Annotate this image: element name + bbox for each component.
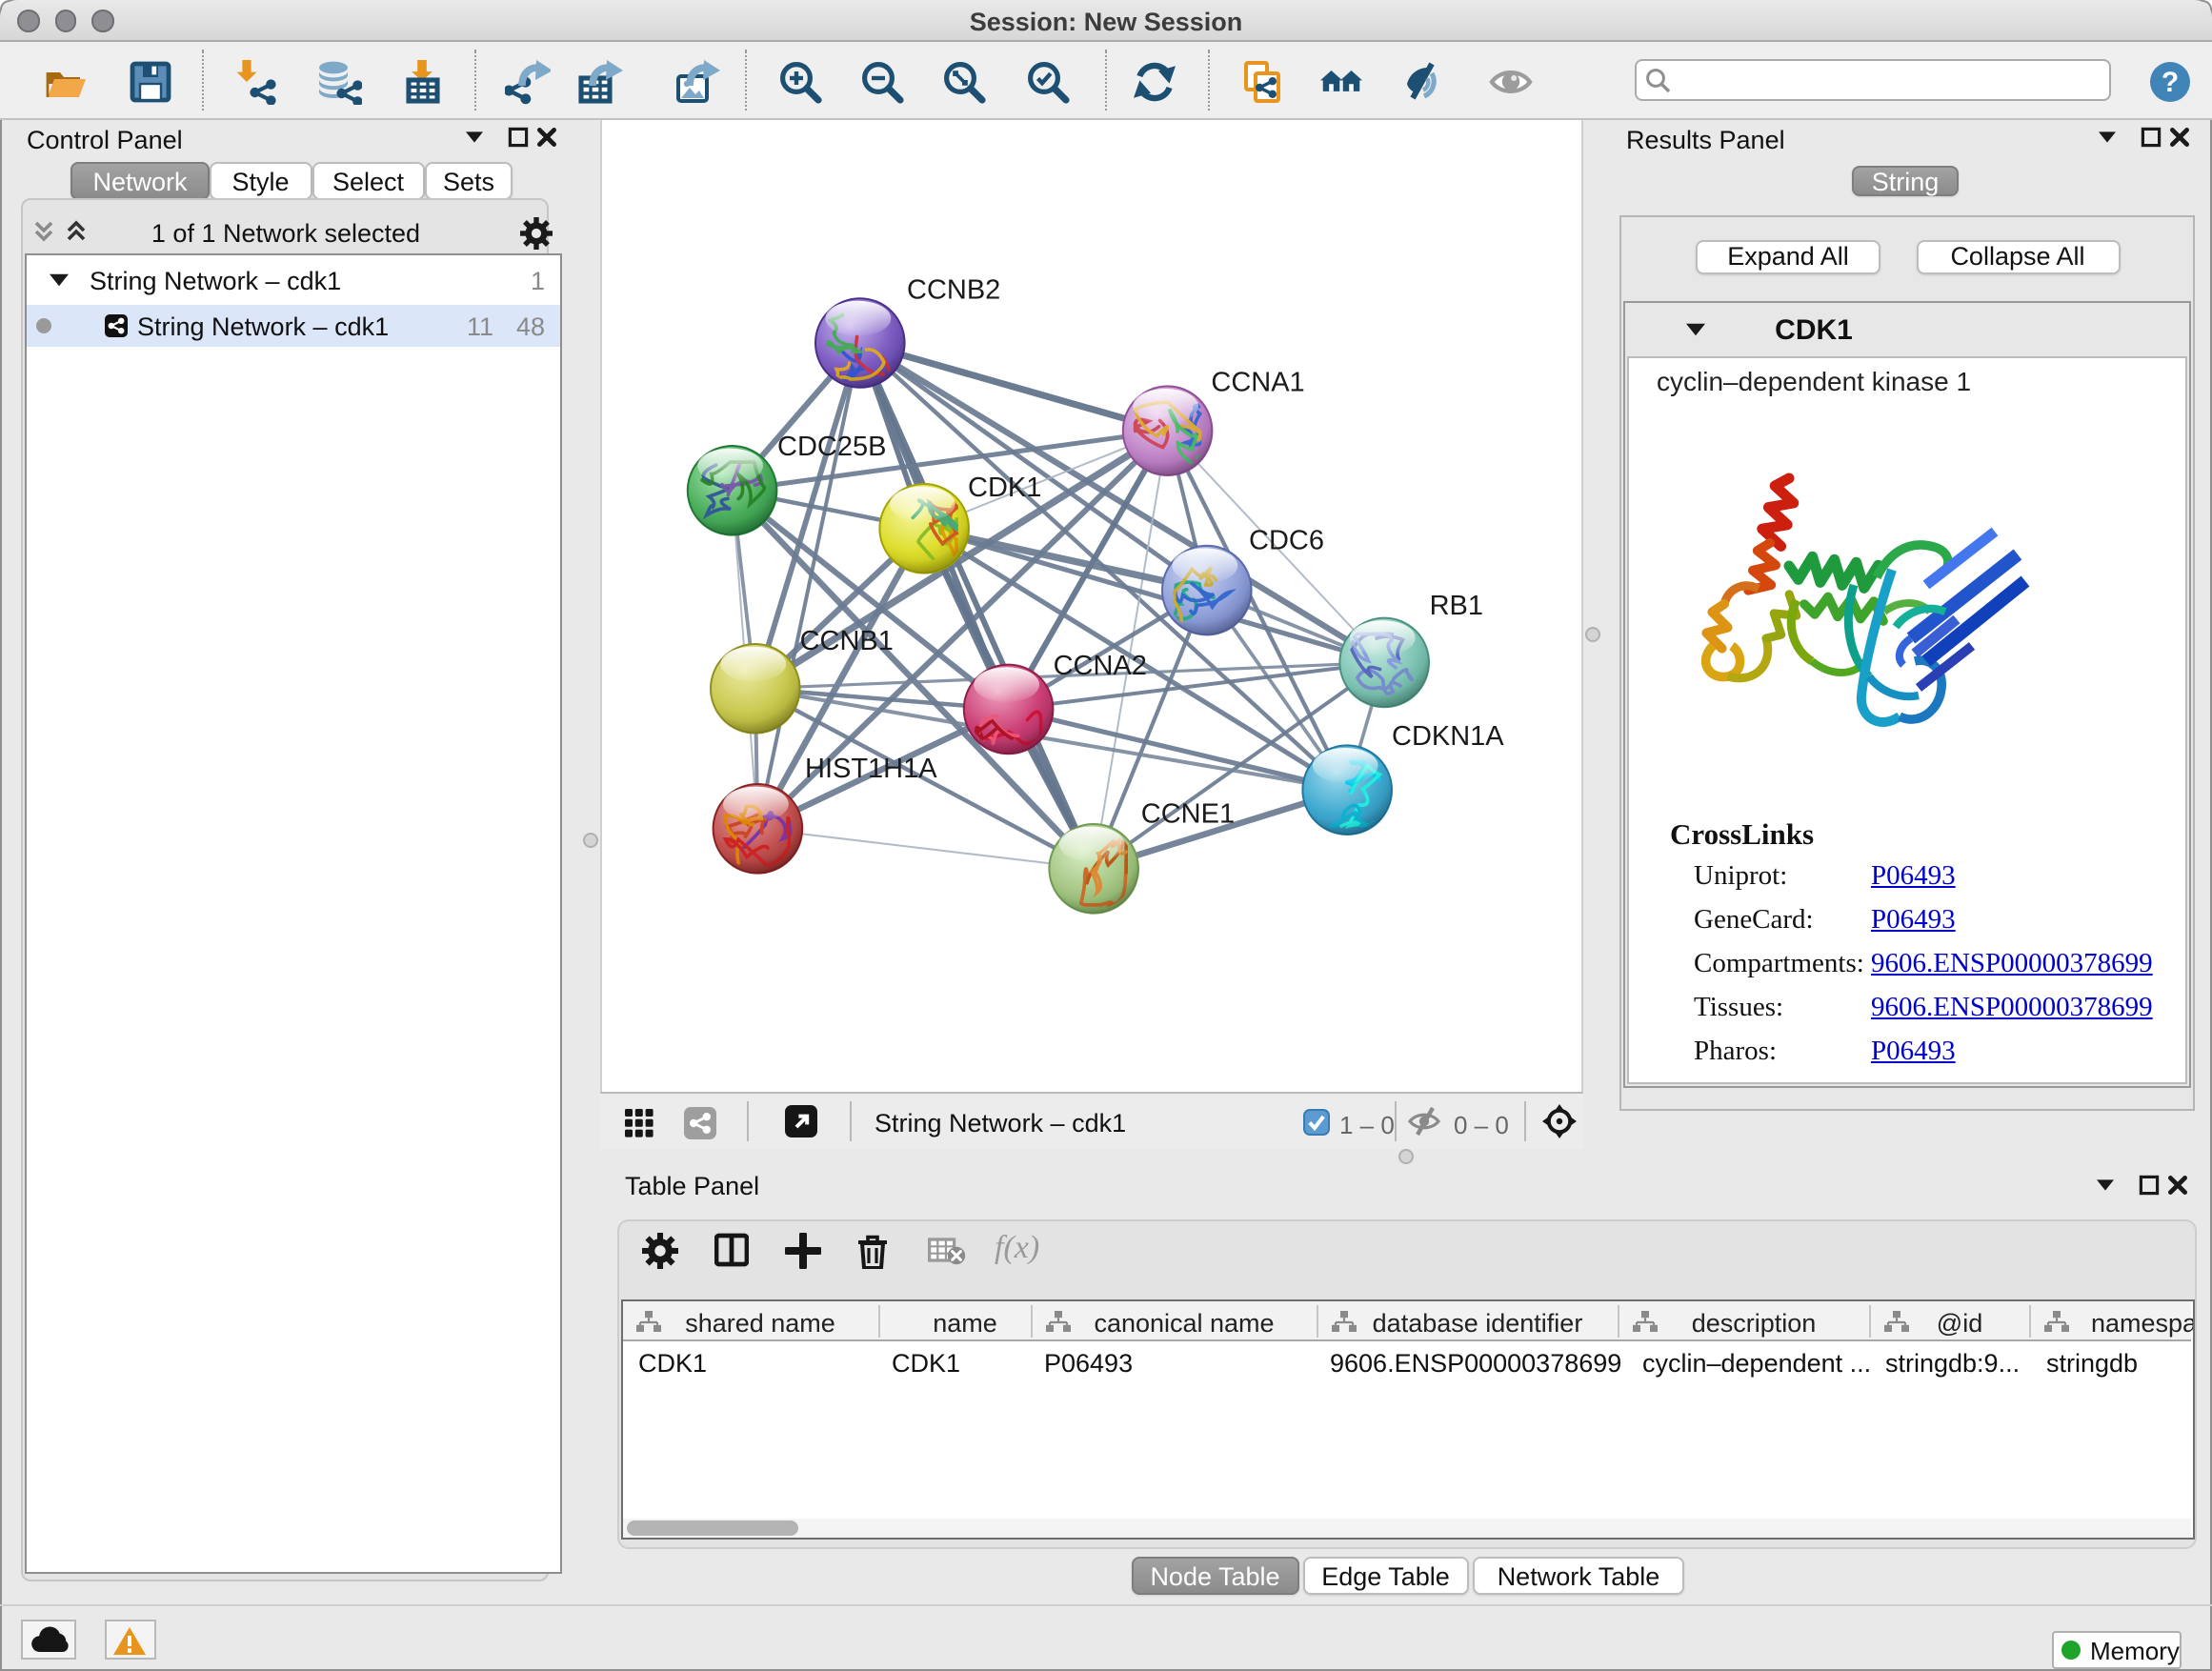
svg-text:?: ? (2162, 67, 2179, 98)
svg-text:CDK1: CDK1 (967, 472, 1040, 502)
svg-text:CCNE1: CCNE1 (1140, 797, 1234, 828)
svg-text:CDKN1A: CDKN1A (1391, 720, 1503, 751)
svg-text:CDC6: CDC6 (1248, 524, 1323, 554)
svg-text:RB1: RB1 (1429, 590, 1482, 620)
svg-text:CCNB2: CCNB2 (906, 273, 999, 304)
svg-text:CCNA1: CCNA1 (1210, 367, 1303, 397)
svg-text:CCNA2: CCNA2 (1053, 650, 1146, 680)
svg-text:HIST1H1A: HIST1H1A (804, 753, 936, 783)
svg-text:CDC25B: CDC25B (776, 431, 885, 461)
svg-text:CCNB1: CCNB1 (799, 625, 893, 655)
